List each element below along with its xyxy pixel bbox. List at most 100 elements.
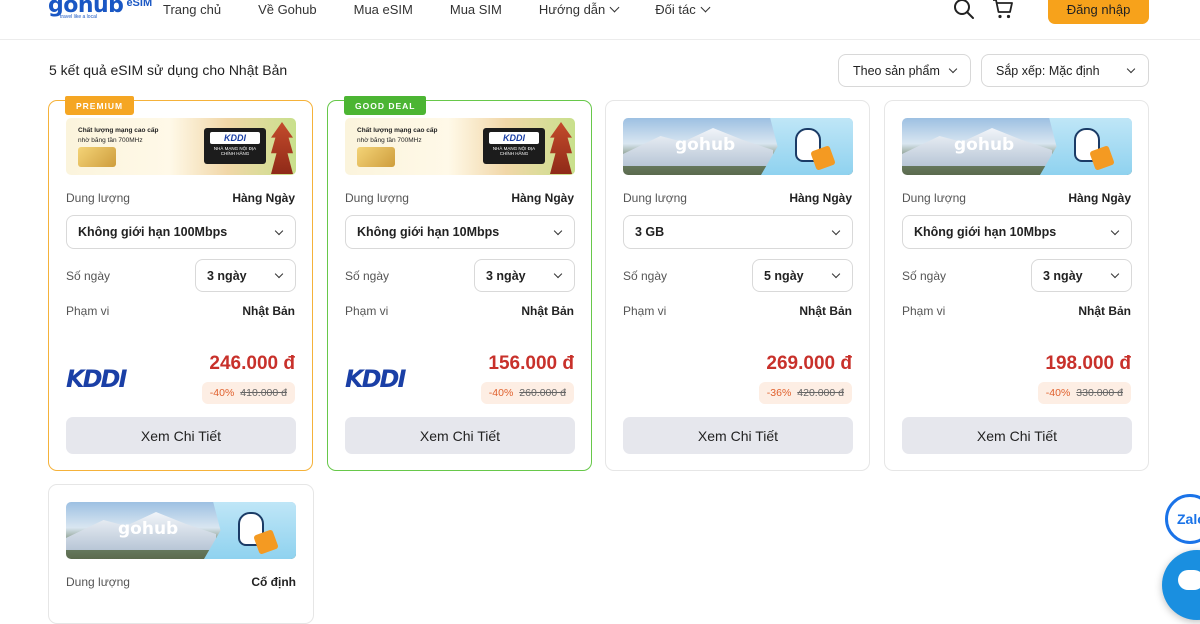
premium-badge: PREMIUM <box>65 96 135 115</box>
capacity-type: Hàng Ngày <box>789 191 852 205</box>
discount-badge: -40% 330.000 đ <box>1037 382 1131 404</box>
days-select[interactable]: 5 ngày <box>752 259 853 292</box>
esim-card[interactable]: PREMIUM Chất lượng mạng cao cấp nhờ băng… <box>48 96 313 471</box>
gohub-logo[interactable]: gohub eSIM travel like a local <box>48 0 152 20</box>
discount-percent: -40% <box>1045 387 1071 399</box>
kddi-carrier-logo: KDDI <box>66 365 127 393</box>
nav-buy-esim[interactable]: Mua eSIM <box>354 2 413 17</box>
nav-about[interactable]: Về Gohub <box>258 2 317 17</box>
nav-label: Trang chủ <box>163 1 222 17</box>
banner-text: nhờ băng tần 700MHz <box>357 137 422 144</box>
nav-label: Hướng dẫn <box>538 1 606 17</box>
nav-guide[interactable]: Hướng dẫn <box>538 1 620 17</box>
capacity-label: Dung lượng <box>66 575 130 589</box>
nav-label: Mua eSIM <box>353 1 413 17</box>
scope-label: Phạm vi <box>902 304 946 318</box>
nav-buy-sim[interactable]: Mua SIM <box>450 2 502 17</box>
zalo-chat-button[interactable]: Zalo <box>1165 494 1200 544</box>
plan-select[interactable]: Không giới hạn 10Mbps <box>902 215 1132 249</box>
capacity-type: Hàng Ngày <box>1068 191 1131 205</box>
banner-text: nhờ băng tần 700MHz <box>78 137 143 144</box>
days-value: 5 ngày <box>764 268 804 283</box>
kddi-banner-image: Chất lượng mạng cao cấp nhờ băng tần 700… <box>66 118 296 175</box>
capacity-label: Dung lượng <box>623 191 687 205</box>
esim-card[interactable]: GOOD DEAL Chất lượng mạng cao cấp nhờ bă… <box>327 96 592 471</box>
plan-select[interactable]: Không giới hạn 10Mbps <box>345 215 575 249</box>
view-details-button[interactable]: Xem Chi Tiết <box>623 417 853 454</box>
esim-card[interactable]: gohub Dung lượng Hàng Ngày Không giới hạ… <box>884 100 1149 471</box>
capacity-label: Dung lượng <box>902 191 966 205</box>
capacity-type: Hàng Ngày <box>511 191 574 205</box>
kddi-banner-logo: KDDI NHÀ MẠNG NỘI ĐỊA CHÍNH HÃNG <box>204 128 266 164</box>
days-value: 3 ngày <box>207 268 247 283</box>
chevron-down-icon <box>1110 269 1120 279</box>
discount-badge: -36% 420.000 đ <box>758 382 852 404</box>
plan-select[interactable]: Không giới hạn 100Mbps <box>66 215 296 249</box>
kddi-banner-logo: KDDI NHÀ MẠNG NỘI ĐỊA CHÍNH HÃNG <box>483 128 545 164</box>
banner-text: Chất lượng mạng cao cấp <box>78 127 159 134</box>
scope-value: Nhật Bản <box>1078 304 1131 318</box>
nav-label: Mua SIM <box>449 1 502 17</box>
chat-button[interactable] <box>1162 550 1200 620</box>
filter-label: Theo sản phẩm <box>853 63 940 78</box>
kddi-carrier-logo: KDDI <box>345 365 406 393</box>
days-select[interactable]: 3 ngày <box>195 259 296 292</box>
chevron-down-icon <box>274 226 284 235</box>
product-filter-dropdown[interactable]: Theo sản phẩm <box>838 54 971 87</box>
kddi-banner-logo-text: KDDI <box>489 132 539 144</box>
platinum-band-badge <box>357 147 395 167</box>
kddi-banner-logo-text: KDDI <box>210 132 260 144</box>
platinum-band-badge <box>78 147 116 167</box>
banner-text: gohub <box>675 135 736 155</box>
view-details-button[interactable]: Xem Chi Tiết <box>902 417 1132 454</box>
chevron-down-icon <box>553 269 563 279</box>
main-nav: Trang chủ Về Gohub Mua eSIM Mua SIM Hướn… <box>163 0 746 18</box>
chevron-down-icon <box>1110 226 1120 235</box>
nav-label: Về Gohub <box>258 1 317 17</box>
price: 246.000 đ <box>209 353 295 374</box>
login-button[interactable]: Đăng nhập <box>1048 0 1149 24</box>
esim-card[interactable]: gohub Dung lượng Hàng Ngày 3 GB Số ngày … <box>605 100 870 471</box>
days-select[interactable]: 3 ngày <box>1031 259 1132 292</box>
plan-value: Không giới hạn 100Mbps <box>78 225 228 239</box>
gohub-banner-image: gohub <box>902 118 1132 175</box>
pagoda-illustration <box>550 122 572 174</box>
discount-percent: -40% <box>209 387 235 399</box>
plan-value: Không giới hạn 10Mbps <box>914 225 1057 239</box>
scope-value: Nhật Bản <box>242 304 295 318</box>
search-icon[interactable] <box>953 0 975 20</box>
good-deal-badge: GOOD DEAL <box>344 96 427 115</box>
chevron-down-icon <box>1126 64 1136 74</box>
view-details-button[interactable]: Xem Chi Tiết <box>345 417 575 454</box>
logo-esim-text: eSIM <box>126 0 153 9</box>
nav-home[interactable]: Trang chủ <box>163 2 221 17</box>
plan-select[interactable]: 3 GB <box>623 215 853 249</box>
price: 269.000 đ <box>766 353 852 374</box>
days-value: 3 ngày <box>1043 268 1083 283</box>
capacity-label: Dung lượng <box>345 191 409 205</box>
site-header: gohub eSIM travel like a local Trang chủ… <box>0 0 1200 40</box>
cart-icon[interactable] <box>992 0 1014 20</box>
days-select[interactable]: 3 ngày <box>474 259 575 292</box>
esim-card[interactable]: gohub Dung lượng Cố định <box>48 484 314 624</box>
old-price: 420.000 đ <box>797 387 844 399</box>
days-label: Số ngày <box>623 269 668 283</box>
kddi-banner-logo-subtext: NHÀ MẠNG NỘI ĐỊA CHÍNH HÃNG <box>213 146 257 156</box>
sort-label: Sắp xếp: Mặc định <box>996 63 1100 78</box>
discount-badge: -40% 260.000 đ <box>480 382 574 404</box>
days-value: 3 ngày <box>486 268 526 283</box>
days-label: Số ngày <box>345 269 390 283</box>
discount-badge: -40% 410.000 đ <box>201 382 295 404</box>
days-label: Số ngày <box>902 269 947 283</box>
discount-percent: -36% <box>766 387 792 399</box>
scope-label: Phạm vi <box>623 304 667 318</box>
old-price: 260.000 đ <box>519 387 566 399</box>
price: 198.000 đ <box>1045 353 1131 374</box>
chevron-down-icon <box>553 226 563 235</box>
capacity-label: Dung lượng <box>66 191 130 205</box>
scope-label: Phạm vi <box>345 304 389 318</box>
price: 156.000 đ <box>488 353 574 374</box>
nav-partners[interactable]: Đối tác <box>655 2 711 17</box>
sort-dropdown[interactable]: Sắp xếp: Mặc định <box>981 54 1149 87</box>
view-details-button[interactable]: Xem Chi Tiết <box>66 417 296 454</box>
